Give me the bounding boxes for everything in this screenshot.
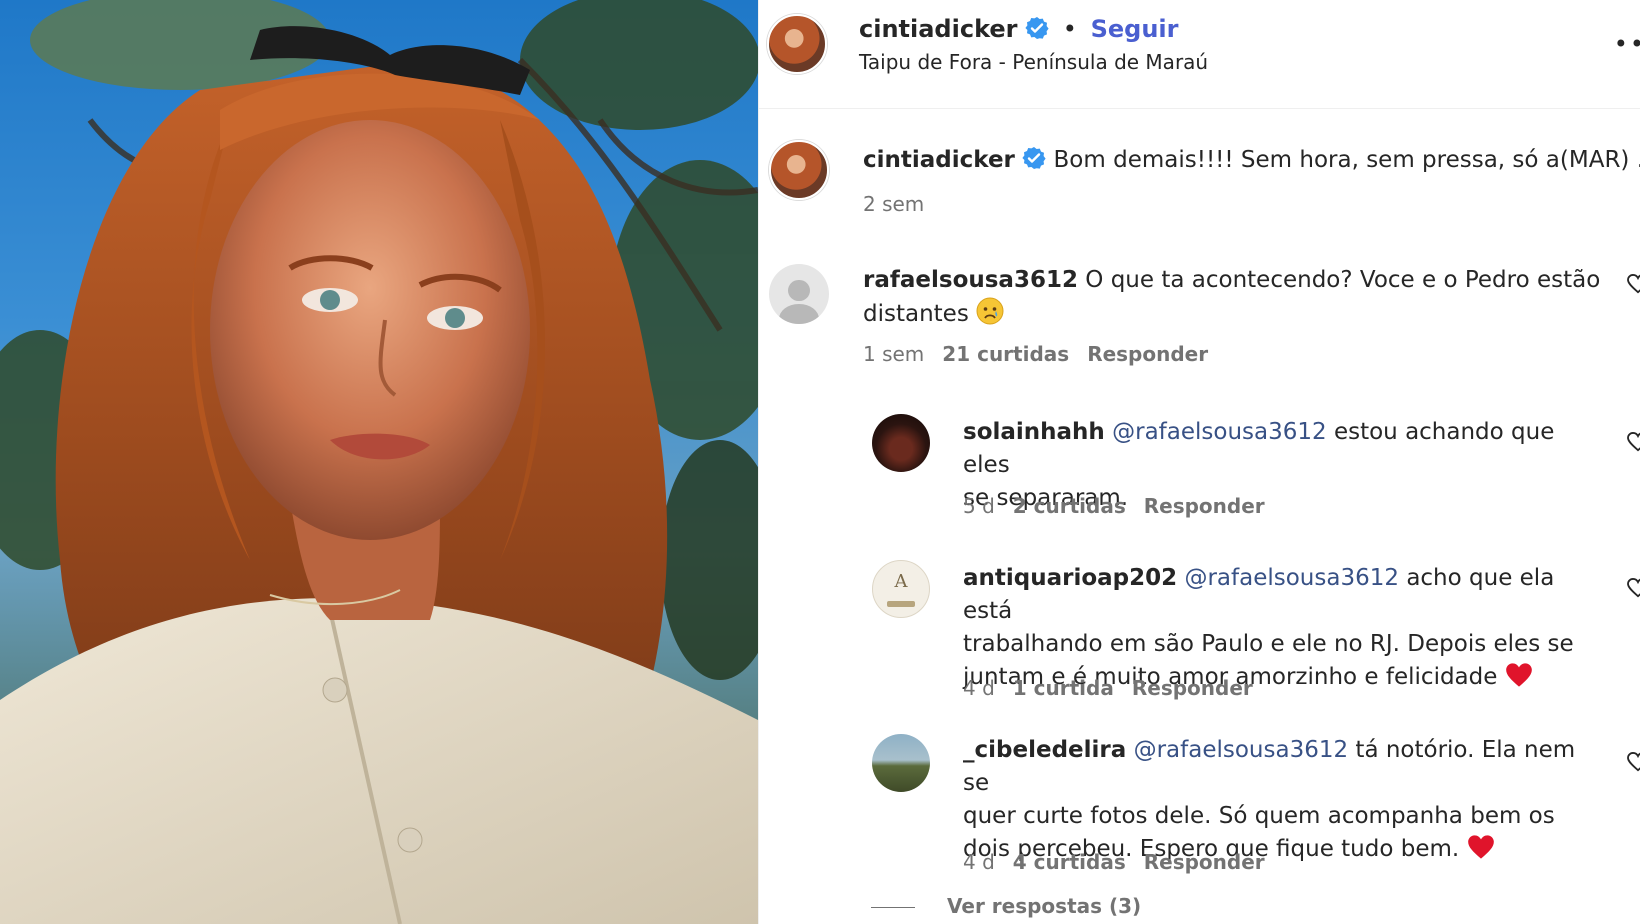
caption-author-avatar[interactable] [769,140,829,200]
reply-button[interactable]: Responder [1144,850,1265,874]
post-comments-panel: cintiadicker • Seguir Taipu de Fora - Pe… [758,0,1640,924]
reply-avatar[interactable] [872,734,930,792]
comment-text: rafaelsousa3612 O que ta acontecendo? Vo… [863,264,1603,331]
reply-time: 5 d [963,494,995,518]
reply-username[interactable]: solainhahh [963,419,1105,445]
reply-likes[interactable]: 2 curtidas [1013,494,1126,518]
reply-avatar[interactable] [872,414,930,472]
like-heart-icon[interactable] [1627,578,1640,598]
reply-line-2: quer curte fotos dele. Só quem acompanha… [963,803,1555,829]
post-header: cintiadicker • Seguir [859,12,1178,46]
reply-username[interactable]: antiquarioap202 [963,565,1177,591]
reply-mention-link[interactable]: @rafaelsousa3612 [1184,565,1399,591]
comment-username[interactable]: rafaelsousa3612 [863,267,1078,293]
red-heart-emoji-icon [1467,835,1494,859]
caption-username[interactable]: cintiadicker [863,147,1015,173]
reply-mention-link[interactable]: @rafaelsousa3612 [1134,737,1349,763]
comment-meta: 1 sem 21 curtidas Responder [863,342,1208,366]
like-heart-icon[interactable] [1627,432,1640,452]
post-location[interactable]: Taipu de Fora - Península de Maraú [859,50,1208,74]
author-avatar[interactable] [767,14,827,74]
follow-button[interactable]: Seguir [1091,15,1179,43]
reply-time: 4 d [963,676,995,700]
reply-username[interactable]: _cibeledelira [963,737,1126,763]
verified-badge-icon [1025,17,1049,39]
like-heart-icon[interactable] [1627,274,1640,294]
comment-likes[interactable]: 21 curtidas [942,342,1069,366]
reply-mention-link[interactable]: @rafaelsousa3612 [1112,419,1327,445]
sad-face-emoji-icon [976,297,1004,325]
reply-time: 4 d [963,850,995,874]
view-replies-button[interactable]: Ver respostas (3) [947,894,1141,918]
author-username[interactable]: cintiadicker [859,15,1018,43]
caption-time: 2 sem [863,192,925,216]
reply-text: antiquarioap202 @rafaelsousa3612 acho qu… [963,562,1603,694]
more-options-icon[interactable]: •• [1614,30,1640,58]
reply-meta: 4 d 1 curtida Responder [963,676,1253,700]
post-photo[interactable] [0,0,758,924]
reply-button[interactable]: Responder [1144,494,1265,518]
header-divider [759,108,1640,109]
reply-meta: 5 d 2 curtidas Responder [963,494,1265,518]
caption-text: Bom demais!!!! Sem hora, sem pressa, só … [1053,147,1640,173]
reply-meta: 4 d 4 curtidas Responder [963,850,1265,874]
reply-button[interactable]: Responder [1087,342,1208,366]
caption: cintiadicker Bom demais!!!! Sem hora, se… [863,144,1640,177]
reply-line-2: trabalhando em são Paulo e ele no RJ. De… [963,631,1574,657]
comment-time: 1 sem [863,342,925,366]
reply-likes[interactable]: 4 curtidas [1013,850,1126,874]
reply-text: _cibeledelira @rafaelsousa3612 tá notóri… [963,734,1603,866]
like-heart-icon[interactable] [1627,752,1640,772]
red-heart-emoji-icon [1505,663,1532,687]
view-replies-line [871,907,915,908]
reply-avatar[interactable]: A [872,560,930,618]
verified-badge-icon [1022,147,1046,169]
header-separator: • [1062,15,1077,43]
comment-line-1: O que ta acontecendo? Voce e o Pedro est… [1085,267,1601,293]
reply-button[interactable]: Responder [1132,676,1253,700]
reply-likes[interactable]: 1 curtida [1013,676,1114,700]
commenter-avatar[interactable] [769,264,829,324]
selfie-illustration [0,0,758,924]
comment-line-2: distantes [863,301,969,327]
avatar-logo-letter: A [894,571,908,592]
